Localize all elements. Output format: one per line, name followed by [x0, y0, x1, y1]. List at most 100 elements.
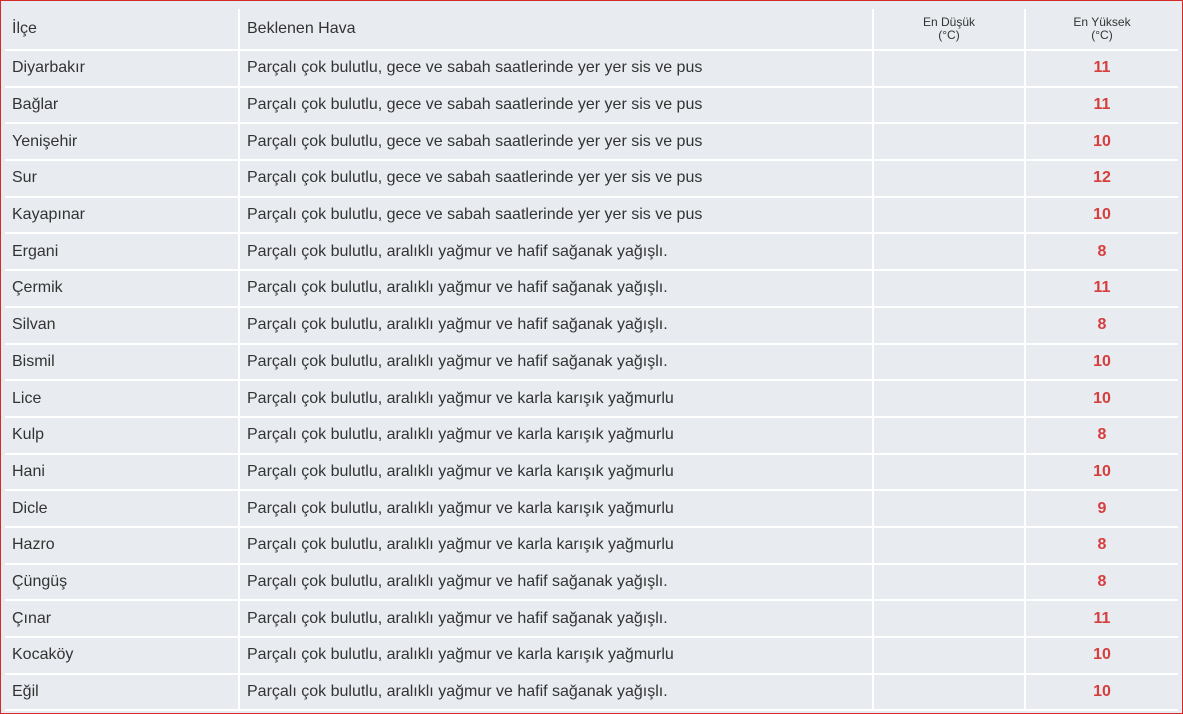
weather-cell: Parçalı çok bulutlu, gece ve sabah saatl… — [239, 196, 874, 235]
table-row: Kulp Parçalı çok bulutlu, aralıklı yağmur… — [5, 416, 1178, 455]
max-temp-cell: 10 — [1025, 196, 1178, 235]
max-temp-cell: 10 — [1025, 380, 1178, 418]
max-temp-cell: 10 — [1025, 453, 1178, 492]
min-temp-cell — [873, 270, 1026, 308]
district-cell: Yenişehir — [5, 123, 240, 162]
header-min-temp-unit: (°C) — [938, 28, 960, 42]
max-temp-cell: 12 — [1025, 160, 1178, 198]
district-cell: Bismil — [5, 343, 240, 382]
table-row: Bağlar Parçalı çok bulutlu, gece ve sabah… — [5, 86, 1178, 125]
table-row: Dicle Parçalı çok bulutlu, aralıklı yağmu… — [5, 490, 1178, 528]
max-temp-cell: 8 — [1025, 306, 1178, 345]
table-row: Lice Parçalı çok bulutlu, aralıklı yağmur… — [5, 380, 1178, 418]
header-max-temp-unit: (°C) — [1091, 28, 1113, 42]
min-temp-cell — [873, 160, 1026, 198]
weather-cell: Parçalı çok bulutlu, aralıklı yağmur ve … — [239, 233, 874, 272]
max-temp-cell: 9 — [1025, 490, 1178, 528]
min-temp-cell — [873, 50, 1026, 88]
min-temp-cell — [873, 343, 1026, 382]
table-row: Hani Parçalı çok bulutlu, aralıklı yağmur… — [5, 453, 1178, 492]
weather-cell: Parçalı çok bulutlu, aralıklı yağmur ve … — [239, 563, 874, 602]
min-temp-cell — [873, 86, 1026, 125]
weather-cell: Parçalı çok bulutlu, aralıklı yağmur ve … — [239, 600, 874, 638]
district-cell: Hani — [5, 453, 240, 492]
min-temp-cell — [873, 453, 1026, 492]
weather-cell: Parçalı çok bulutlu, aralıklı yağmur ve … — [239, 637, 874, 675]
table-row: Bismil Parçalı çok bulutlu, aralıklı yağm… — [5, 343, 1178, 382]
min-temp-cell — [873, 380, 1026, 418]
header-weather: Beklenen Hava — [239, 9, 874, 51]
district-cell: Çınar — [5, 600, 240, 638]
table-row: Yenişehir Parçalı çok bulutlu, gece ve sa… — [5, 123, 1178, 162]
min-temp-cell — [873, 600, 1026, 638]
weather-cell: Parçalı çok bulutlu, aralıklı yağmur ve … — [239, 490, 874, 528]
min-temp-cell — [873, 526, 1026, 565]
district-cell: Eğil — [5, 673, 240, 712]
max-temp-cell: 10 — [1025, 637, 1178, 675]
max-temp-cell: 11 — [1025, 50, 1178, 88]
max-temp-cell: 8 — [1025, 233, 1178, 272]
weather-cell: Parçalı çok bulutlu, aralıklı yağmur ve … — [239, 526, 874, 565]
max-temp-cell: 10 — [1025, 343, 1178, 382]
weather-cell: Parçalı çok bulutlu, aralıklı yağmur ve … — [239, 673, 874, 712]
header-max-temp: En Yüksek (°C) — [1025, 9, 1178, 51]
district-forecast-table: İlçe Beklenen Hava En Düşük (°C) En Yüks… — [5, 9, 1178, 712]
table-row: Kayapınar Parçalı çok bulutlu, gece ve sa… — [5, 196, 1178, 235]
table-row: Silvan Parçalı çok bulutlu, aralıklı yağm… — [5, 306, 1178, 345]
weather-cell: Parçalı çok bulutlu, aralıklı yağmur ve … — [239, 306, 874, 345]
min-temp-cell — [873, 490, 1026, 528]
table-row: Sur Parçalı çok bulutlu, gece ve sabah sa… — [5, 160, 1178, 198]
district-cell: Çüngüş — [5, 563, 240, 602]
weather-cell: Parçalı çok bulutlu, aralıklı yağmur ve … — [239, 270, 874, 308]
header-min-temp: En Düşük (°C) — [873, 9, 1026, 51]
max-temp-cell: 11 — [1025, 86, 1178, 125]
district-cell: Sur — [5, 160, 240, 198]
min-temp-cell — [873, 563, 1026, 602]
district-cell: Kocaköy — [5, 637, 240, 675]
max-temp-cell: 8 — [1025, 563, 1178, 602]
table-row: Kocaköy Parçalı çok bulutlu, aralıklı yağ… — [5, 637, 1178, 675]
min-temp-cell — [873, 673, 1026, 712]
table-row: Ergani Parçalı çok bulutlu, aralıklı yağm… — [5, 233, 1178, 272]
weather-cell: Parçalı çok bulutlu, gece ve sabah saatl… — [239, 160, 874, 198]
max-temp-cell: 10 — [1025, 123, 1178, 162]
min-temp-cell — [873, 306, 1026, 345]
district-cell: Bağlar — [5, 86, 240, 125]
weather-cell: Parçalı çok bulutlu, aralıklı yağmur ve … — [239, 416, 874, 455]
table-row: Hazro Parçalı çok bulutlu, aralıklı yağmu… — [5, 526, 1178, 565]
max-temp-cell: 10 — [1025, 673, 1178, 712]
table-row: Çüngüş Parçalı çok bulutlu, aralıklı yağm… — [5, 563, 1178, 602]
min-temp-cell — [873, 637, 1026, 675]
district-cell: Ergani — [5, 233, 240, 272]
district-cell: Diyarbakır — [5, 50, 240, 88]
max-temp-cell: 11 — [1025, 600, 1178, 638]
table-row: Çermik Parçalı çok bulutlu, aralıklı yağm… — [5, 270, 1178, 308]
table-header-row: İlçe Beklenen Hava En Düşük (°C) En Yüks… — [5, 9, 1178, 51]
table-row: Çınar Parçalı çok bulutlu, aralıklı yağmu… — [5, 600, 1178, 638]
district-cell: Silvan — [5, 306, 240, 345]
min-temp-cell — [873, 416, 1026, 455]
weather-cell: Parçalı çok bulutlu, gece ve sabah saatl… — [239, 86, 874, 125]
table-row: Eğil Parçalı çok bulutlu, aralıklı yağmur… — [5, 673, 1178, 712]
table-row: Diyarbakır Parçalı çok bulutlu, gece ve s… — [5, 50, 1178, 88]
weather-cell: Parçalı çok bulutlu, aralıklı yağmur ve … — [239, 453, 874, 492]
max-temp-cell: 11 — [1025, 270, 1178, 308]
table-body: Diyarbakır Parçalı çok bulutlu, gece ve s… — [5, 50, 1178, 712]
max-temp-cell: 8 — [1025, 416, 1178, 455]
min-temp-cell — [873, 123, 1026, 162]
weather-cell: Parçalı çok bulutlu, gece ve sabah saatl… — [239, 50, 874, 88]
max-temp-cell: 8 — [1025, 526, 1178, 565]
district-cell: Hazro — [5, 526, 240, 565]
weather-cell: Parçalı çok bulutlu, aralıklı yağmur ve … — [239, 380, 874, 418]
weather-cell: Parçalı çok bulutlu, aralıklı yağmur ve … — [239, 343, 874, 382]
forecast-panel: İlçe Beklenen Hava En Düşük (°C) En Yüks… — [0, 0, 1183, 714]
weather-cell: Parçalı çok bulutlu, gece ve sabah saatl… — [239, 123, 874, 162]
district-cell: Kulp — [5, 416, 240, 455]
district-cell: Kayapınar — [5, 196, 240, 235]
header-district: İlçe — [5, 9, 240, 51]
district-cell: Dicle — [5, 490, 240, 528]
district-cell: Çermik — [5, 270, 240, 308]
district-cell: Lice — [5, 380, 240, 418]
min-temp-cell — [873, 196, 1026, 235]
min-temp-cell — [873, 233, 1026, 272]
